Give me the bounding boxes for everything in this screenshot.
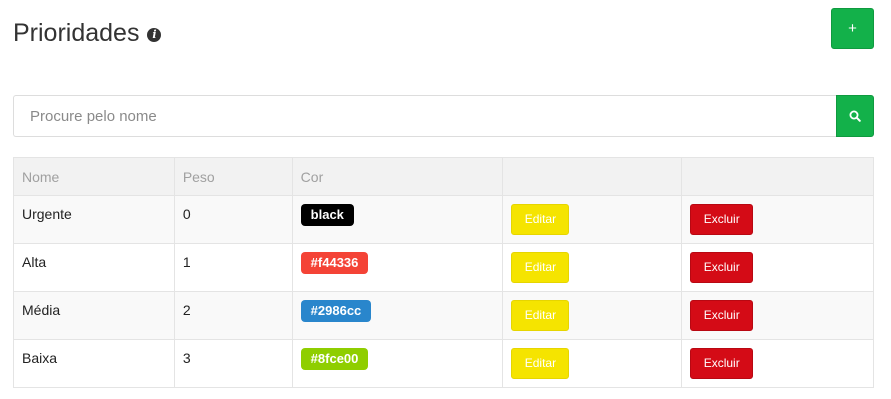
cell-cor: black [291,195,504,244]
cell-nome: Urgente [13,195,175,244]
search-icon [849,110,861,122]
column-header-edit [502,157,683,196]
search-input[interactable] [13,95,836,137]
color-badge: black [300,204,354,226]
edit-button[interactable]: Editar [511,252,570,283]
delete-button[interactable]: Excluir [690,252,754,283]
table-header-row: Nome Peso Cor [13,157,874,196]
color-badge: #2986cc [300,300,372,322]
column-header-nome: Nome [13,157,175,196]
table-row: Média 2 #2986cc Editar Excluir [13,291,874,340]
table-row: Baixa 3 #8fce00 Editar Excluir [13,339,874,388]
page-title: Prioridades i [13,18,162,48]
cell-peso: 3 [173,339,293,388]
cell-delete: Excluir [681,291,874,340]
search-button[interactable] [836,95,874,137]
cell-edit: Editar [502,195,683,244]
color-badge: #f44336 [300,252,369,274]
cell-nome: Baixa [13,339,175,388]
cell-nome: Alta [13,243,175,292]
cell-peso: 0 [173,195,293,244]
delete-button[interactable]: Excluir [690,204,754,235]
column-header-delete [681,157,874,196]
cell-nome: Média [13,291,175,340]
edit-button[interactable]: Editar [511,204,570,235]
delete-button[interactable]: Excluir [690,348,754,379]
add-priority-button[interactable]: + [831,8,874,49]
cell-cor: #8fce00 [291,339,504,388]
cell-cor: #2986cc [291,291,504,340]
search-bar [13,95,874,137]
info-circle-icon[interactable]: i [147,28,162,42]
cell-edit: Editar [502,243,683,292]
cell-peso: 2 [173,291,293,340]
cell-delete: Excluir [681,339,874,388]
edit-button[interactable]: Editar [511,348,570,379]
cell-cor: #f44336 [291,243,504,292]
cell-edit: Editar [502,339,683,388]
table-row: Alta 1 #f44336 Editar Excluir [13,243,874,292]
cell-peso: 1 [173,243,293,292]
cell-edit: Editar [502,291,683,340]
table-row: Urgente 0 black Editar Excluir [13,195,874,244]
page-title-text: Prioridades [13,19,140,47]
cell-delete: Excluir [681,243,874,292]
priorities-table: Nome Peso Cor Urgente 0 black Editar Exc… [13,157,874,388]
cell-delete: Excluir [681,195,874,244]
edit-button[interactable]: Editar [511,300,570,331]
column-header-cor: Cor [291,157,504,196]
color-badge: #8fce00 [300,348,369,370]
delete-button[interactable]: Excluir [690,300,754,331]
column-header-peso: Peso [173,157,293,196]
